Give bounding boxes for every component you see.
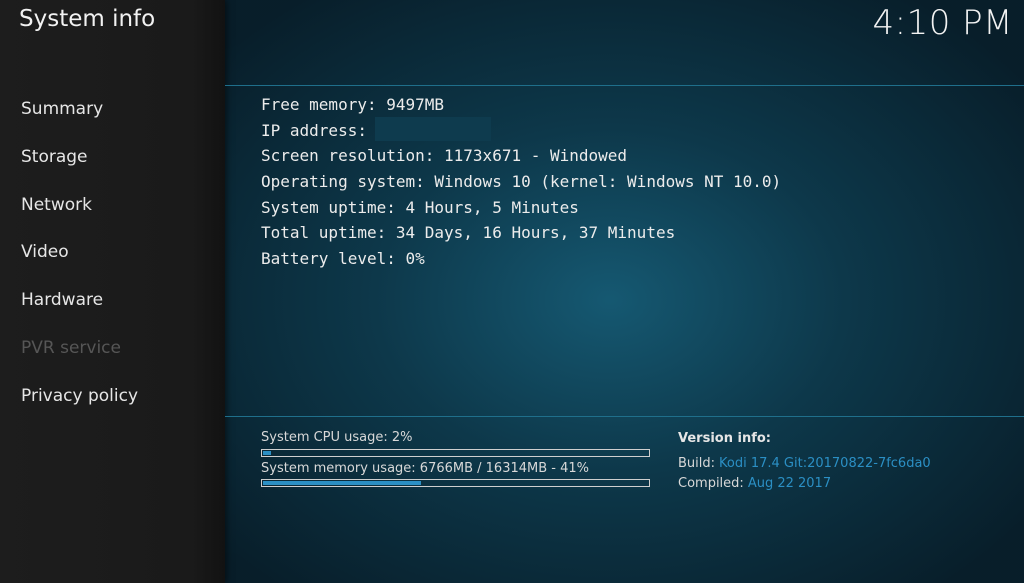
screen-resolution: Screen resolution: 1173x671 - Windowed — [261, 146, 628, 166]
sidebar-nav: Summary Storage Network Video Hardware P… — [0, 86, 225, 421]
ip-address-label: IP address: — [261, 120, 367, 140]
compiled-row: Compiled: Aug 22 2017 — [678, 474, 931, 494]
compiled-label: Compiled: — [678, 476, 744, 491]
total-uptime: Total uptime: 34 Days, 16 Hours, 37 Minu… — [261, 223, 676, 243]
free-memory: Free memory: 9497MB — [261, 95, 445, 114]
memory-usage-label: System memory usage: 6766MB / 16314MB - … — [261, 461, 590, 476]
system-uptime: System uptime: 4 Hours, 5 Minutes — [261, 197, 579, 217]
sidebar: System info Summary Storage Network Vide… — [0, 0, 225, 583]
version-info: Version info: Build: Kodi 17.4 Git:201708… — [678, 430, 931, 494]
bottom-divider — [225, 416, 1024, 417]
sidebar-item-pvr-service: PVR service — [21, 337, 121, 358]
compiled-value: Aug 22 2017 — [747, 476, 832, 491]
sidebar-item-video[interactable]: Video — [0, 229, 225, 277]
cpu-usage-bar — [261, 449, 650, 457]
page-title: System info — [19, 6, 156, 32]
sidebar-item-hardware[interactable]: Hardware — [0, 277, 225, 325]
sidebar-item-network[interactable]: Network — [0, 182, 225, 230]
sidebar-item-privacy-policy[interactable]: Privacy policy — [0, 373, 225, 421]
top-divider — [225, 85, 1024, 86]
clock: 4:10 PM — [872, 3, 1013, 43]
ip-address-redacted — [374, 117, 491, 142]
memory-usage-fill — [263, 481, 421, 485]
build-row: Build: Kodi 17.4 Git:20170822-7fc6da0 — [678, 454, 931, 474]
build-value: Kodi 17.4 Git:20170822-7fc6da0 — [719, 456, 931, 471]
operating-system: Operating system: Windows 10 (kernel: Wi… — [261, 172, 782, 192]
battery-level: Battery level: 0% — [261, 249, 425, 269]
memory-usage-bar — [261, 479, 650, 487]
sidebar-item-summary[interactable]: Summary — [0, 86, 225, 134]
cpu-usage-fill — [263, 451, 271, 455]
info-panel: Free memory: 9497MB IP address: Screen r… — [261, 92, 781, 272]
version-info-title: Version info: — [678, 431, 771, 446]
build-label: Build: — [678, 456, 716, 471]
cpu-usage-label: System CPU usage: 2% — [261, 430, 413, 445]
ip-address-row: IP address: — [261, 117, 781, 144]
sidebar-item-storage[interactable]: Storage — [0, 134, 225, 182]
